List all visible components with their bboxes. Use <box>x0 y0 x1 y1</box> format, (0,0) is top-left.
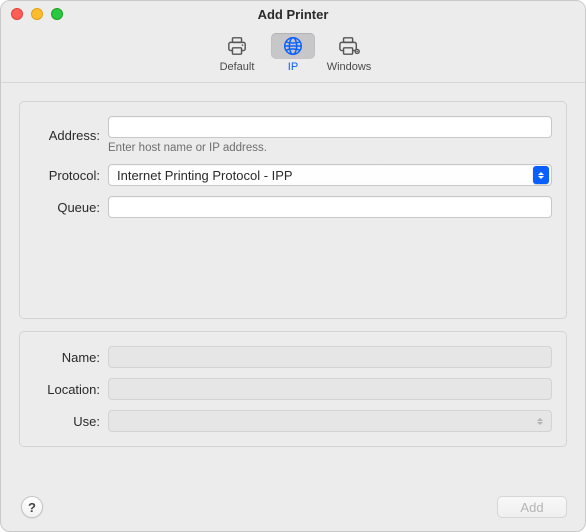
protocol-label: Protocol: <box>34 168 108 183</box>
window-controls <box>11 8 63 20</box>
tab-label: IP <box>288 61 298 73</box>
help-button[interactable]: ? <box>21 496 43 518</box>
name-label: Name: <box>34 350 108 365</box>
protocol-select[interactable]: Internet Printing Protocol - IPP <box>108 164 552 186</box>
titlebar: Add Printer <box>1 1 585 27</box>
row-name: Name: <box>34 346 552 368</box>
printer-network-icon <box>327 33 371 59</box>
tab-label: Default <box>220 61 255 73</box>
queue-label: Queue: <box>34 200 108 215</box>
row-protocol: Protocol: Internet Printing Protocol - I… <box>34 164 552 186</box>
protocol-value: Internet Printing Protocol - IPP <box>115 168 293 183</box>
dialog-body: Address: Enter host name or IP address. … <box>1 83 585 483</box>
tab-ip[interactable]: IP <box>265 29 321 77</box>
printer-info-group: Name: Location: Use: <box>19 331 567 447</box>
tab-label: Windows <box>327 61 372 73</box>
row-location: Location: <box>34 378 552 400</box>
footer: ? Add <box>1 483 585 531</box>
tab-windows[interactable]: Windows <box>321 29 377 77</box>
toolbar: Default IP <box>1 27 585 83</box>
queue-input[interactable] <box>108 196 552 218</box>
use-label: Use: <box>34 414 108 429</box>
toolbar-segmented-control: Default IP <box>209 29 377 77</box>
address-input[interactable] <box>108 116 552 138</box>
use-select <box>108 410 552 432</box>
tab-default[interactable]: Default <box>209 29 265 77</box>
minimize-icon[interactable] <box>31 8 43 20</box>
row-queue: Queue: <box>34 196 552 218</box>
updown-icon <box>533 413 547 429</box>
location-label: Location: <box>34 382 108 397</box>
window-title: Add Printer <box>1 7 585 22</box>
close-icon[interactable] <box>11 8 23 20</box>
address-hint: Enter host name or IP address. <box>108 142 552 154</box>
name-input <box>108 346 552 368</box>
zoom-icon[interactable] <box>51 8 63 20</box>
printer-icon <box>215 33 259 59</box>
row-address: Address: Enter host name or IP address. <box>34 116 552 154</box>
updown-icon <box>533 166 549 184</box>
add-printer-window: Add Printer Default <box>0 0 586 532</box>
globe-icon <box>271 33 315 59</box>
add-button: Add <box>497 496 567 518</box>
row-use: Use: <box>34 410 552 432</box>
address-label: Address: <box>34 128 108 143</box>
location-input <box>108 378 552 400</box>
connection-group: Address: Enter host name or IP address. … <box>19 101 567 319</box>
